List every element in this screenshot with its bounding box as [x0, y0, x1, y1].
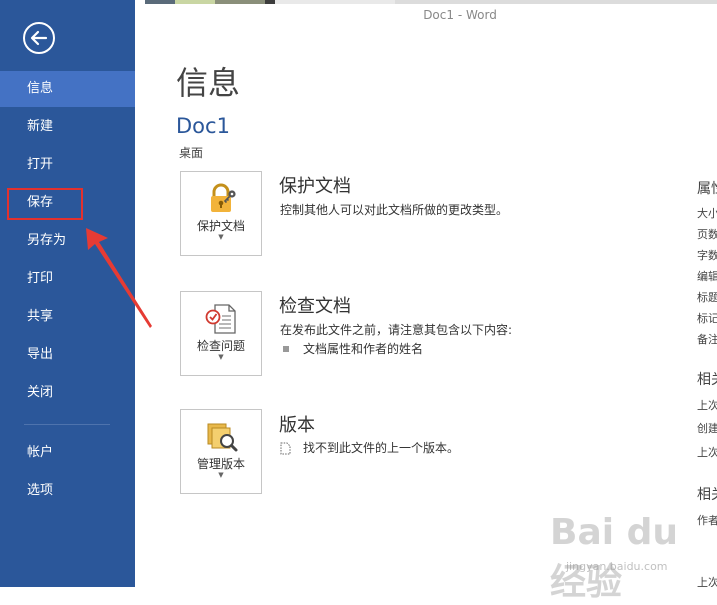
- versions-section-description: 找不到此文件的上一个版本。: [280, 439, 459, 456]
- property-tags: 标记: [697, 312, 717, 325]
- related-people-heading: 相关: [697, 487, 717, 503]
- chevron-down-icon: ▼: [218, 353, 224, 361]
- properties-panel: 属性 大小 页数 字数 编辑 标题 标记 备注 相关 上次 创建 上次 相关 作…: [697, 0, 717, 587]
- property-words: 字数: [697, 249, 717, 262]
- related-date-created: 创建: [697, 422, 717, 435]
- nav-item-info[interactable]: 信息: [0, 71, 135, 107]
- property-size: 大小: [697, 207, 717, 220]
- property-edit-time: 编辑: [697, 270, 717, 283]
- baidu-watermark: Bai du 经验 jingyan.baidu.com: [548, 508, 717, 603]
- versions-description-text: 找不到此文件的上一个版本。: [303, 441, 460, 455]
- manage-versions-button[interactable]: 管理版本 ▼: [180, 409, 262, 494]
- nav-item-options[interactable]: 选项: [0, 473, 135, 509]
- nav-divider: [24, 424, 110, 425]
- protect-section-description: 控制其他人可以对此文档所做的更改类型。: [280, 203, 509, 217]
- property-comments: 备注: [697, 333, 717, 346]
- related-date-printed: 上次: [697, 446, 717, 459]
- nav-item-close[interactable]: 关闭: [0, 375, 135, 411]
- check-issues-label: 检查问题: [196, 339, 245, 353]
- versions-section-title: 版本: [279, 415, 315, 436]
- protect-document-label: 保护文档: [196, 219, 245, 233]
- nav-item-account[interactable]: 帐户: [0, 435, 135, 471]
- page-title: 信息: [176, 64, 241, 102]
- protect-document-button[interactable]: 保护文档 ▼: [180, 171, 262, 256]
- property-pages: 页数: [697, 228, 717, 241]
- chevron-down-icon: ▼: [218, 233, 224, 241]
- inspect-bullet-item: 文档属性和作者的姓名: [283, 340, 423, 357]
- nav-item-open[interactable]: 打开: [0, 147, 135, 183]
- property-title: 标题: [697, 291, 717, 304]
- check-issues-button[interactable]: 检查问题 ▼: [180, 291, 262, 376]
- protect-section-title: 保护文档: [279, 176, 351, 197]
- related-dates-heading: 相关: [697, 372, 717, 388]
- top-image-strip: [145, 0, 717, 4]
- lock-key-icon: [211, 183, 236, 212]
- save-highlight-box: [7, 188, 83, 220]
- watermark-subtext: jingyan.baidu.com: [566, 560, 668, 573]
- document-dotted-icon: [280, 442, 291, 455]
- nav-item-export[interactable]: 导出: [0, 337, 135, 373]
- nav-item-new[interactable]: 新建: [0, 109, 135, 145]
- related-date-modified: 上次: [697, 399, 717, 412]
- properties-heading[interactable]: 属性: [697, 178, 717, 198]
- manage-versions-label: 管理版本: [196, 457, 245, 471]
- inspect-document-icon: [205, 304, 236, 334]
- document-name: Doc1: [176, 114, 230, 138]
- back-arrow-icon: [30, 30, 48, 46]
- inspect-section-title: 检查文档: [279, 296, 351, 317]
- back-button[interactable]: [23, 22, 55, 54]
- manage-versions-icon: [207, 423, 238, 452]
- document-location[interactable]: 桌面: [179, 144, 203, 161]
- watermark-text: Bai du 经验: [550, 512, 679, 603]
- chevron-down-icon: ▼: [218, 471, 224, 479]
- inspect-section-description: 在发布此文件之前，请注意其包含以下内容:: [280, 323, 513, 337]
- window-title: Doc1 - Word: [423, 8, 497, 22]
- inspect-bullet-text: 文档属性和作者的姓名: [303, 342, 424, 356]
- bullet-icon: [283, 345, 289, 352]
- annotation-arrow-icon: [86, 228, 152, 328]
